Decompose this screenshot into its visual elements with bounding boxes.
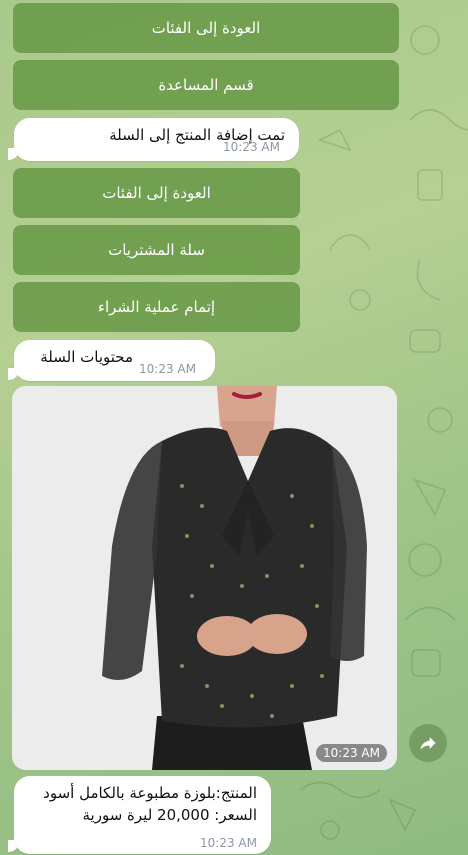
- forward-button[interactable]: [409, 724, 447, 762]
- message-timestamp: 10:23 AM: [223, 140, 280, 154]
- product-image: [12, 386, 397, 770]
- product-price-line: السعر: 20,000 ليرة سورية: [82, 806, 257, 824]
- message-timestamp: 10:23 AM: [200, 836, 257, 850]
- photo-timestamp: 10:23 AM: [316, 744, 387, 762]
- message-timestamp: 10:23 AM: [139, 362, 196, 376]
- shopping-cart-button[interactable]: سلة المشتريات: [13, 225, 300, 275]
- back-to-categories-button-2[interactable]: العودة إلى الفئات: [13, 168, 300, 218]
- product-name-line: المنتج:بلوزة مطبوعة بالكامل أسود: [43, 784, 257, 802]
- help-section-button[interactable]: قسم المساعدة: [13, 60, 399, 110]
- message-bubble-added-to-cart: تمت إضافة المنتج إلى السلة 10:23 AM: [14, 118, 299, 161]
- product-photo-message[interactable]: 10:23 AM: [12, 386, 397, 770]
- back-to-categories-button[interactable]: العودة إلى الفئات: [13, 3, 399, 53]
- message-text: محتويات السلة: [40, 348, 133, 366]
- message-bubble-product-caption: المنتج:بلوزة مطبوعة بالكامل أسود السعر: …: [14, 776, 271, 854]
- checkout-button[interactable]: إتمام عملية الشراء: [13, 282, 300, 332]
- message-bubble-cart-contents: محتويات السلة 10:23 AM: [14, 340, 215, 381]
- forward-arrow-icon: [420, 737, 436, 750]
